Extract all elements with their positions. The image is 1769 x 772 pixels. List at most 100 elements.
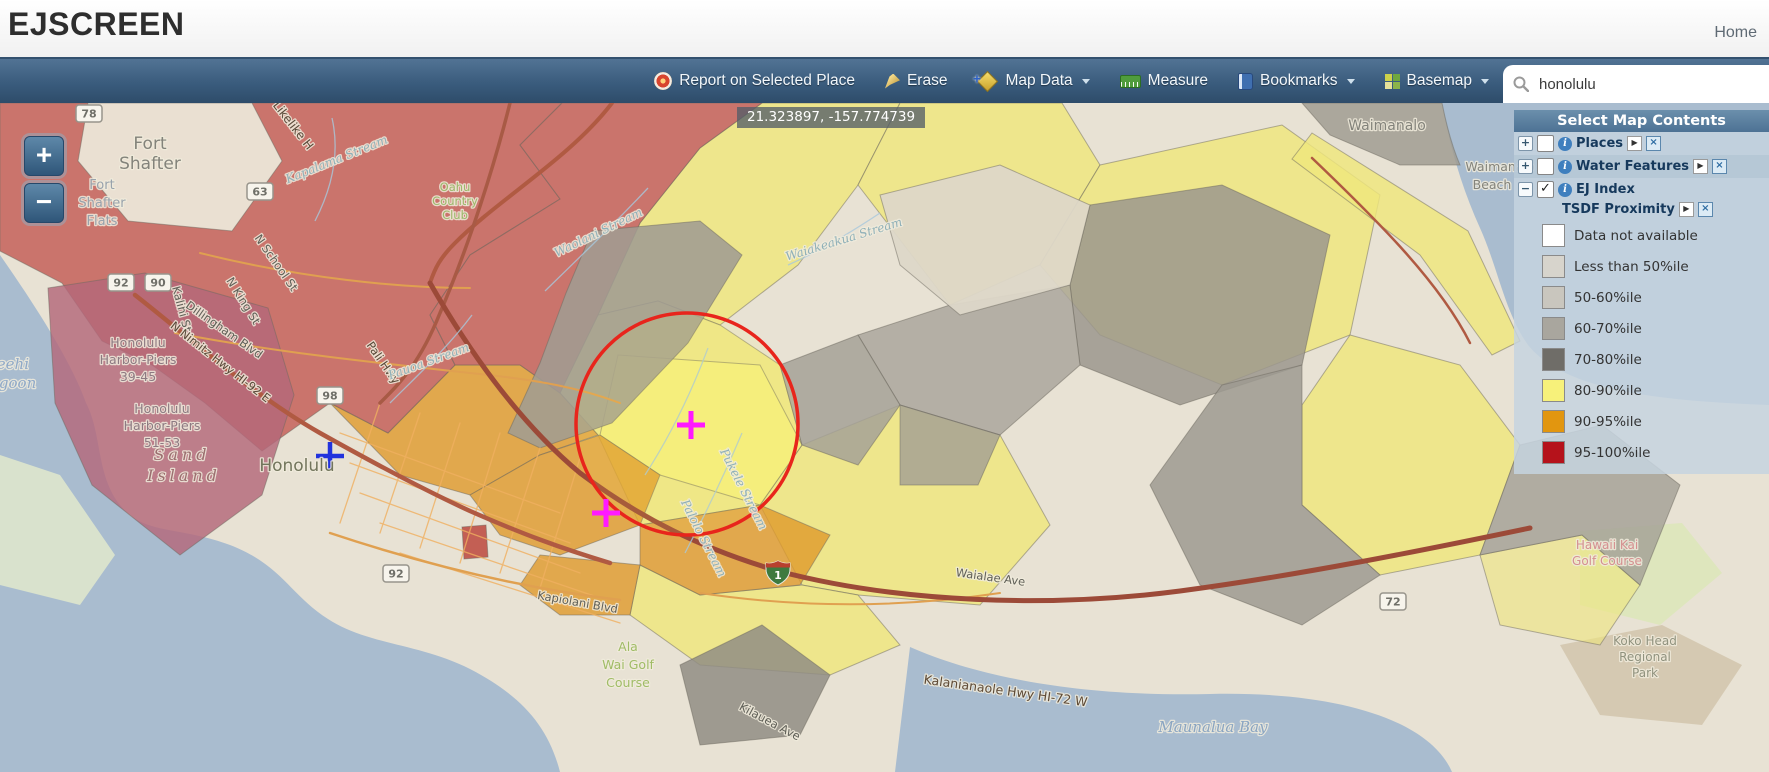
- legend-swatch: [1542, 255, 1565, 278]
- sublayer-row-tsdf-proximity: TSDF Proximity ▶ ×: [1514, 201, 1769, 220]
- svg-text:Lagoon: Lagoon: [0, 374, 36, 392]
- svg-text:78: 78: [81, 108, 96, 121]
- layer-options-arrow-icon[interactable]: ▶: [1693, 159, 1708, 174]
- measure-button[interactable]: Measure: [1119, 72, 1208, 90]
- svg-text:Park: Park: [1632, 666, 1658, 680]
- ej-index-checkbox[interactable]: ✓: [1537, 181, 1554, 198]
- svg-text:92: 92: [113, 277, 128, 290]
- legend-item: Less than 50%ile: [1514, 251, 1769, 282]
- basemap-dropdown[interactable]: Basemap: [1384, 72, 1489, 90]
- svg-text:63: 63: [252, 186, 267, 199]
- map-canvas[interactable]: 78 63 92 90 98 92 72 1 Fort Shafter Fort…: [0, 103, 1769, 772]
- svg-text:Shafter: Shafter: [119, 154, 181, 174]
- toolbar: Report on Selected Place Erase Map Data …: [0, 57, 1769, 103]
- sublayer-label: TSDF Proximity: [1562, 202, 1675, 217]
- svg-text:98: 98: [322, 390, 337, 403]
- layer-close-icon[interactable]: ×: [1646, 136, 1662, 151]
- legend-item: 60-70%ile: [1514, 313, 1769, 344]
- svg-text:Beach: Beach: [1473, 177, 1512, 192]
- svg-text:1: 1: [774, 569, 782, 582]
- svg-text:72: 72: [1385, 596, 1400, 609]
- zoom-out-button[interactable]: −: [24, 183, 64, 223]
- svg-text:Keehi: Keehi: [0, 355, 29, 373]
- legend-item: 50-60%ile: [1514, 282, 1769, 313]
- svg-text:Shafter: Shafter: [78, 196, 126, 211]
- svg-text:Honolulu: Honolulu: [259, 456, 334, 476]
- info-icon[interactable]: i: [1558, 136, 1572, 151]
- svg-text:Fort: Fort: [89, 178, 114, 193]
- legend-item: 70-80%ile: [1514, 344, 1769, 375]
- svg-text:Fort: Fort: [133, 134, 167, 154]
- svg-text:Country: Country: [432, 194, 478, 208]
- map-container[interactable]: 78 63 92 90 98 92 72 1 Fort Shafter Fort…: [0, 103, 1769, 772]
- svg-text:39-45: 39-45: [120, 369, 156, 384]
- svg-text:Maunalua Bay: Maunalua Bay: [1157, 718, 1268, 736]
- svg-text:Koko Head: Koko Head: [1613, 634, 1677, 648]
- select-map-contents-panel: Select Map Contents + i Places ▶ × + i W…: [1514, 110, 1769, 474]
- ejscreen-logo: EJSCREEN: [8, 6, 185, 42]
- bookmarks-icon: [1237, 72, 1253, 90]
- legend-label: 50-60%ile: [1574, 289, 1642, 306]
- svg-text:Honolulu: Honolulu: [110, 335, 165, 350]
- places-checkbox[interactable]: [1537, 135, 1554, 152]
- zoom-in-button[interactable]: +: [24, 136, 64, 176]
- water-features-checkbox[interactable]: [1537, 158, 1554, 175]
- layer-close-icon[interactable]: ×: [1697, 202, 1713, 217]
- svg-text:Waimanalo: Waimanalo: [1348, 118, 1426, 134]
- layer-options-arrow-icon[interactable]: ▶: [1627, 136, 1643, 151]
- home-link[interactable]: Home: [1714, 24, 1757, 42]
- chevron-down-icon: [1081, 78, 1090, 84]
- svg-text:Harbor-Piers: Harbor-Piers: [100, 352, 177, 367]
- info-icon[interactable]: i: [1558, 182, 1572, 197]
- layer-close-icon[interactable]: ×: [1712, 159, 1727, 174]
- chevron-down-icon: [1346, 78, 1355, 84]
- expand-plus-icon[interactable]: +: [1518, 159, 1533, 174]
- legend-swatch: [1542, 317, 1565, 340]
- svg-text:Golf Course: Golf Course: [1572, 554, 1642, 568]
- svg-text:Ala: Ala: [618, 639, 638, 654]
- legend-swatch: [1542, 286, 1565, 309]
- legend-item: 90-95%ile: [1514, 406, 1769, 437]
- legend-swatch: [1542, 224, 1565, 247]
- basemap-icon: [1384, 73, 1400, 89]
- legend-swatch: [1542, 441, 1565, 464]
- search-input[interactable]: [1537, 74, 1741, 94]
- coordinates-readout: 21.323897, -157.774739: [737, 107, 926, 128]
- collapse-minus-icon[interactable]: −: [1518, 182, 1533, 197]
- svg-text:Flats: Flats: [87, 214, 118, 229]
- map-data-dropdown[interactable]: Map Data: [977, 70, 1090, 92]
- search-box: [1503, 65, 1769, 103]
- app-header: EJSCREEN Home: [0, 0, 1769, 58]
- svg-text:92: 92: [388, 568, 403, 581]
- svg-text:Wai Golf: Wai Golf: [602, 657, 654, 672]
- legend-label: Less than 50%ile: [1574, 258, 1689, 275]
- svg-text:90: 90: [150, 277, 166, 290]
- layer-row-places: + i Places ▶ ×: [1514, 132, 1769, 155]
- report-on-selected-place-button[interactable]: Report on Selected Place: [654, 72, 855, 90]
- svg-text:Oahu: Oahu: [440, 180, 471, 194]
- layer-label-water-features: Water Features: [1576, 159, 1689, 174]
- layer-options-arrow-icon[interactable]: ▶: [1678, 202, 1694, 217]
- report-target-icon: [654, 72, 673, 90]
- map-data-label: Map Data: [1005, 72, 1073, 89]
- svg-text:Course: Course: [606, 675, 650, 690]
- legend-label: 80-90%ile: [1574, 382, 1642, 399]
- erase-button[interactable]: Erase: [884, 72, 948, 90]
- legend-label: Data not available: [1574, 227, 1698, 244]
- svg-text:Regional: Regional: [1619, 650, 1671, 664]
- erase-label: Erase: [906, 72, 948, 89]
- map-data-icon: [977, 70, 999, 92]
- measure-label: Measure: [1147, 72, 1208, 89]
- svg-text:Club: Club: [442, 208, 468, 222]
- layer-row-ej-index: − ✓ i EJ Index: [1514, 178, 1769, 201]
- legend-item: Data not available: [1514, 220, 1769, 251]
- expand-plus-icon[interactable]: +: [1518, 136, 1533, 151]
- layer-label-ej-index: EJ Index: [1576, 182, 1635, 197]
- legend-swatch: [1542, 379, 1565, 402]
- bookmarks-dropdown[interactable]: Bookmarks: [1237, 72, 1355, 90]
- bookmarks-label: Bookmarks: [1259, 72, 1338, 89]
- layer-label-places: Places: [1576, 136, 1624, 151]
- info-icon[interactable]: i: [1558, 159, 1572, 174]
- legend-swatch: [1542, 348, 1565, 371]
- panel-title: Select Map Contents: [1514, 110, 1769, 132]
